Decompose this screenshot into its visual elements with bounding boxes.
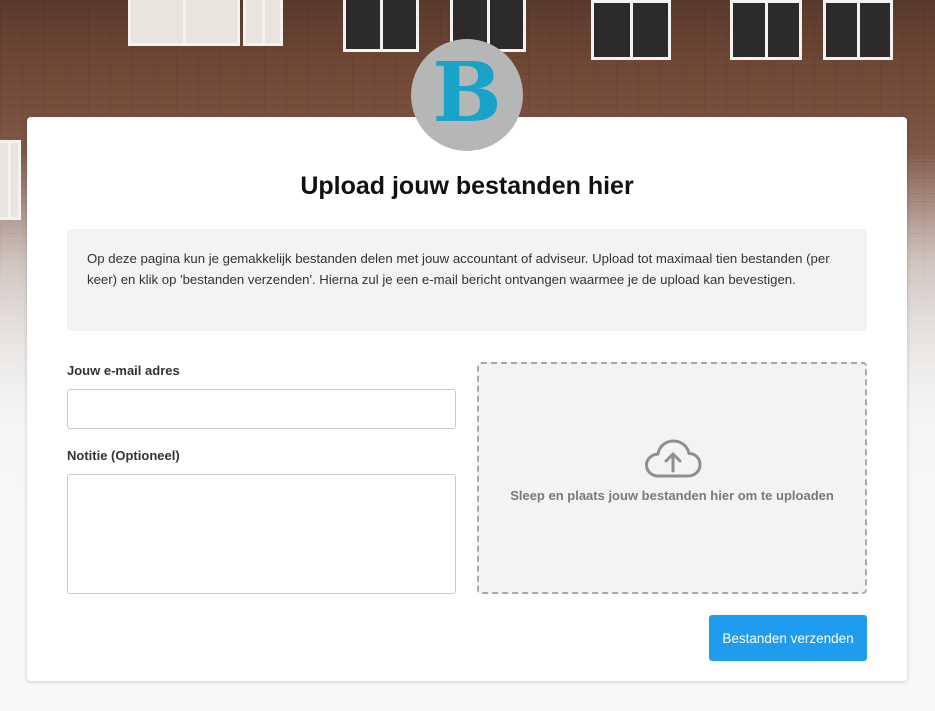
- page-title: Upload jouw bestanden hier: [300, 172, 634, 200]
- upload-card: Upload jouw bestanden hier Op deze pagin…: [27, 117, 907, 681]
- note-label: Notitie (Optioneel): [67, 448, 180, 463]
- email-field[interactable]: [67, 389, 456, 429]
- brand-logo-letter: B: [432, 45, 502, 141]
- building-window: [243, 0, 283, 46]
- upload-page: B Upload jouw bestanden hier Op deze pag…: [0, 0, 935, 711]
- building-window: [0, 140, 21, 220]
- cloud-upload-icon: [645, 439, 702, 478]
- dropzone-text: Sleep en plaats jouw bestanden hier om t…: [510, 488, 834, 503]
- building-window: [730, 0, 802, 60]
- building-window: [128, 0, 240, 46]
- file-dropzone[interactable]: Sleep en plaats jouw bestanden hier om t…: [477, 362, 867, 594]
- intro-text: Op deze pagina kun je gemakkelijk bestan…: [67, 229, 867, 331]
- building-window: [823, 0, 893, 60]
- building-window: [591, 0, 671, 60]
- submit-button[interactable]: Bestanden verzenden: [709, 615, 867, 661]
- email-label: Jouw e-mail adres: [67, 363, 180, 378]
- building-window: [343, 0, 419, 52]
- note-textarea[interactable]: [67, 474, 456, 594]
- brand-logo: B: [411, 39, 523, 151]
